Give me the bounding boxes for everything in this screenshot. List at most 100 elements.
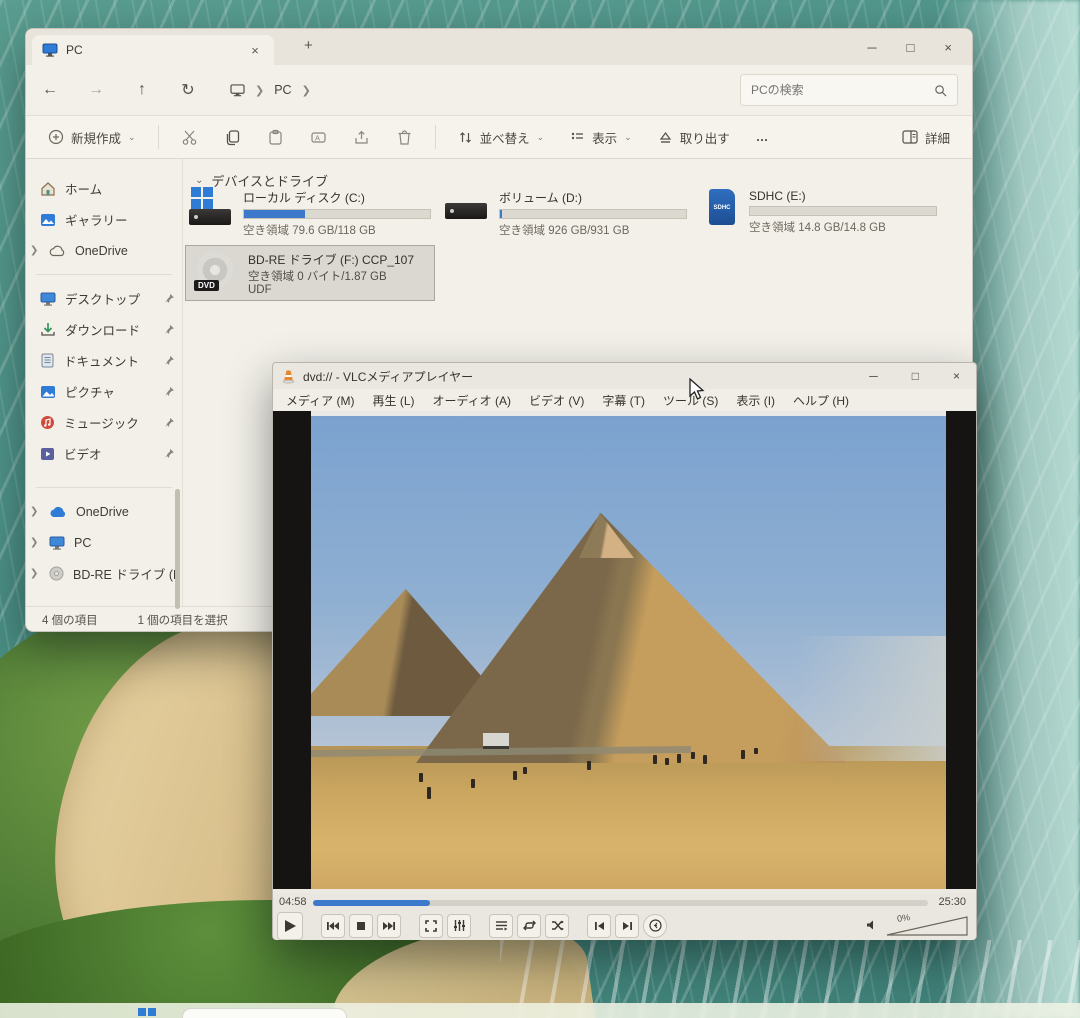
drive-d-tile[interactable]: ボリューム (D:) 空き領域 926 GB/931 GB — [445, 189, 687, 238]
previous-button[interactable] — [321, 914, 345, 938]
play-button[interactable] — [277, 912, 303, 940]
elapsed-time: 04:58 — [279, 896, 307, 908]
drive-f-tile-selected[interactable]: DVD BD-RE ドライブ (F:) CCP_107 空き領域 0 バイト/1… — [185, 245, 435, 301]
frame-forward-button[interactable] — [615, 914, 639, 938]
drive-e-tile[interactable]: SDHC SDHC (E:) 空き領域 14.8 GB/14.8 GB — [703, 189, 937, 235]
back-icon[interactable]: ← — [40, 81, 60, 99]
shuffle-icon — [551, 920, 564, 931]
tab-close-icon[interactable]: × — [246, 43, 264, 58]
status-item-count: 4 個の項目 — [42, 612, 98, 628]
playlist-button[interactable] — [489, 914, 513, 938]
sidebar-item-music[interactable]: ミュージック — [26, 407, 182, 438]
volume-control[interactable]: 0% — [866, 913, 968, 937]
sidebar-label: ホーム — [65, 179, 176, 198]
sidebar-item-videos[interactable]: ビデオ — [26, 438, 182, 469]
playlist-icon — [495, 920, 508, 931]
taskbar[interactable] — [0, 1003, 1080, 1018]
menu-video[interactable]: ビデオ (V) — [520, 392, 593, 409]
vlc-title-bar[interactable]: dvd:// - VLCメディアプレイヤー ─ □ × — [273, 363, 976, 389]
loop-button[interactable] — [517, 914, 541, 938]
minimize-button[interactable]: ─ — [869, 369, 878, 383]
view-button[interactable]: 表示 ⌄ — [562, 122, 640, 153]
sidebar-label: ギャラリー — [65, 210, 176, 229]
drive-filesystem: UDF — [248, 284, 414, 296]
windows-start-icon[interactable] — [138, 1008, 156, 1018]
new-label: 新規作成 — [71, 128, 121, 147]
maximize-button[interactable]: □ — [907, 40, 915, 55]
sidebar-item-pc[interactable]: ❯ PC — [26, 527, 182, 558]
sidebar-label: OneDrive — [76, 505, 176, 519]
sidebar-item-desktop[interactable]: デスクトップ — [26, 283, 182, 314]
seek-bar[interactable] — [313, 900, 928, 906]
copy-button[interactable] — [216, 123, 249, 152]
cut-button[interactable] — [173, 123, 206, 152]
breadcrumb-pc[interactable]: PC — [274, 83, 291, 97]
paste-button[interactable] — [259, 123, 292, 152]
sidebar-item-documents[interactable]: ドキュメント — [26, 345, 182, 376]
drive-c-tile[interactable]: ローカル ディスク (C:) 空き領域 79.6 GB/118 GB — [189, 189, 431, 238]
close-button[interactable]: × — [944, 40, 952, 55]
delete-button[interactable] — [388, 123, 421, 152]
drive-free-space: 空き領域 79.6 GB/118 GB — [243, 222, 431, 238]
close-button[interactable]: × — [953, 369, 960, 383]
expand-chevron-icon[interactable]: ❯ — [30, 506, 40, 517]
sidebar-item-pictures[interactable]: ピクチャ — [26, 376, 182, 407]
new-tab-button[interactable]: + — [304, 37, 313, 54]
rename-button[interactable]: A — [302, 123, 335, 152]
download-icon — [40, 322, 56, 337]
menu-subtitle[interactable]: 字幕 (T) — [593, 392, 654, 409]
breadcrumb[interactable]: ❯ PC ❯ — [230, 83, 311, 97]
frame-back-button[interactable] — [587, 914, 611, 938]
sidebar-item-onedrive[interactable]: ❯ OneDrive — [26, 235, 182, 266]
sort-button[interactable]: 並べ替え ⌄ — [450, 122, 553, 153]
next-button[interactable] — [377, 914, 401, 938]
menu-playback[interactable]: 再生 (L) — [363, 392, 423, 409]
expand-chevron-icon[interactable]: ❯ — [30, 537, 40, 548]
random-button[interactable] — [545, 914, 569, 938]
drive-name: BD-RE ドライブ (F:) CCP_107 — [248, 251, 414, 268]
stop-button[interactable] — [349, 914, 373, 938]
menu-audio[interactable]: オーディオ (A) — [424, 392, 521, 409]
sidebar-label: OneDrive — [75, 244, 176, 258]
sidebar-item-onedrive-tree[interactable]: ❯ OneDrive — [26, 496, 182, 527]
minimize-button[interactable]: ─ — [867, 40, 876, 55]
explorer-tab-pc[interactable]: PC × — [32, 35, 274, 65]
details-button[interactable]: 詳細 — [894, 122, 958, 153]
eject-button[interactable]: 取り出す — [650, 122, 738, 153]
more-button[interactable]: … — [748, 124, 779, 150]
sort-icon — [458, 130, 473, 145]
total-time: 25:30 — [938, 896, 966, 908]
up-icon[interactable]: ↑ — [132, 81, 152, 99]
search-input[interactable] — [751, 83, 928, 97]
share-button[interactable] — [345, 123, 378, 152]
sidebar-item-downloads[interactable]: ダウンロード — [26, 314, 182, 345]
section-devices-and-drives[interactable]: ⌄ デバイスとドライブ — [195, 171, 972, 190]
vlc-video-area[interactable] — [273, 411, 976, 889]
dvd-menu-button[interactable] — [643, 914, 667, 938]
taskbar-search-box[interactable] — [182, 1008, 347, 1018]
music-icon — [40, 415, 55, 430]
sdhc-card-icon: SDHC — [703, 189, 739, 229]
extended-settings-button[interactable] — [447, 914, 471, 938]
pin-icon — [164, 324, 176, 336]
chevron-down-icon: ⌄ — [195, 175, 203, 186]
menu-media[interactable]: メディア (M) — [277, 392, 363, 409]
expand-chevron-icon[interactable]: ❯ — [30, 568, 40, 579]
expand-chevron-icon[interactable]: ❯ — [30, 245, 40, 256]
explorer-window-controls: ─ □ × — [867, 29, 964, 65]
new-button[interactable]: 新規作成 ⌄ — [40, 122, 144, 153]
play-icon — [284, 919, 297, 933]
refresh-icon[interactable]: ↻ — [178, 80, 198, 100]
sidebar-item-home[interactable]: ホーム — [26, 173, 182, 204]
maximize-button[interactable]: □ — [912, 369, 919, 383]
sidebar-scrollbar[interactable] — [175, 489, 180, 609]
menu-view[interactable]: 表示 (I) — [727, 392, 784, 409]
search-box[interactable] — [740, 74, 958, 106]
onedrive-cloud-icon — [49, 506, 67, 518]
menu-help[interactable]: ヘルプ (H) — [784, 392, 858, 409]
copy-icon — [224, 129, 241, 146]
sidebar-item-bdre-drive[interactable]: ❯ BD-RE ドライブ (F — [26, 558, 182, 589]
fullscreen-button[interactable] — [419, 914, 443, 938]
sidebar-item-gallery[interactable]: ギャラリー — [26, 204, 182, 235]
forward-icon[interactable]: → — [86, 81, 106, 99]
